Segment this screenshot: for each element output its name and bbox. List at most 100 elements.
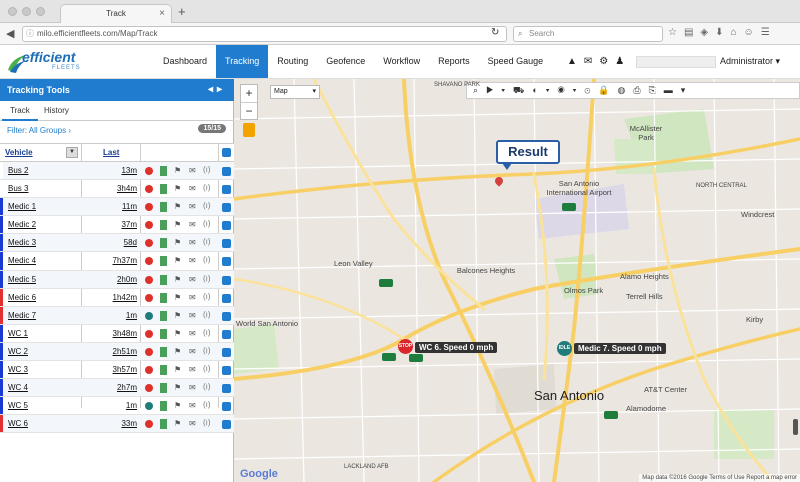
minimize-window-icon[interactable] (22, 7, 31, 16)
vehicle-name-link[interactable]: WC 1 (8, 329, 28, 338)
last-seen-link[interactable]: 13m (121, 166, 137, 175)
message-icon[interactable]: ✉ (189, 275, 196, 284)
flag-icon[interactable]: ⚑ (174, 329, 181, 338)
table-row[interactable]: Medic 2 37m ⚑ ✉ (ı) (0, 216, 234, 235)
flag-icon[interactable]: ⚑ (174, 184, 181, 193)
row-checkbox[interactable] (222, 221, 231, 231)
details-doc-icon[interactable] (160, 401, 167, 412)
panel-collapse-arrows-icon[interactable]: ◂▸ (208, 79, 226, 101)
row-checkbox[interactable] (222, 257, 231, 267)
row-checkbox[interactable] (222, 293, 231, 303)
row-checkbox[interactable] (222, 347, 231, 357)
table-row[interactable]: Bus 3 3h4m ⚑ ✉ (ı) (0, 180, 234, 199)
table-row[interactable]: Medic 5 2h0m ⚑ ✉ (ı) (0, 270, 234, 289)
table-row[interactable]: Bus 2 13m ⚑ ✉ (ı) (0, 162, 234, 181)
vehicle-name-link[interactable]: WC 3 (8, 365, 28, 374)
signal-icon[interactable]: (ı) (203, 165, 211, 174)
table-row[interactable]: WC 5 1m ⚑ ✉ (ı) (0, 397, 234, 416)
nav-routing[interactable]: Routing (268, 45, 317, 78)
vehicle-label-medic7[interactable]: Medic 7. Speed 0 mph (574, 343, 666, 354)
reload-icon[interactable]: ↻ (491, 27, 499, 38)
table-row[interactable]: WC 2 2h51m ⚑ ✉ (ı) (0, 342, 234, 362)
vehicle-name-link[interactable]: WC 4 (8, 383, 28, 392)
table-row[interactable]: Medic 7 1m ⚑ ✉ (ı) (0, 306, 234, 325)
message-icon[interactable]: ✉ (189, 184, 196, 193)
details-doc-icon[interactable] (160, 383, 167, 394)
row-checkbox[interactable] (222, 167, 231, 176)
last-seen-link[interactable]: 3h57m (113, 365, 137, 374)
message-icon[interactable]: ✉ (189, 166, 196, 175)
signal-icon[interactable]: (ı) (203, 310, 211, 319)
flag-icon[interactable]: ⚑ (174, 202, 181, 211)
last-seen-link[interactable]: 7h37m (113, 256, 137, 265)
vehicle-name-link[interactable]: Bus 3 (8, 184, 28, 193)
details-doc-icon[interactable] (160, 202, 167, 213)
nav-reports[interactable]: Reports (429, 45, 479, 78)
details-doc-icon[interactable] (160, 166, 167, 176)
nav-geofence[interactable]: Geofence (317, 45, 374, 78)
vehicle-name-link[interactable]: Medic 6 (8, 293, 36, 302)
flag-icon[interactable]: ⚑ (174, 347, 181, 356)
details-doc-icon[interactable] (160, 419, 167, 430)
efficient-fleets-logo[interactable]: efficient FLEETS (6, 48, 101, 76)
vehicle-name-link[interactable]: Medic 3 (8, 238, 36, 247)
back-icon[interactable]: ◀ (6, 27, 14, 40)
signal-icon[interactable]: (ı) (203, 328, 211, 337)
flag-icon[interactable]: ⚑ (174, 401, 181, 410)
flag-icon[interactable]: ⚑ (174, 311, 181, 320)
close-window-icon[interactable] (8, 7, 17, 16)
row-checkbox[interactable] (222, 366, 231, 376)
message-icon[interactable]: ✉ (189, 293, 196, 302)
last-seen-link[interactable]: 1m (126, 311, 137, 320)
last-seen-link[interactable]: 33m (121, 419, 137, 428)
vehicle-name-link[interactable]: WC 6 (8, 419, 28, 428)
vehicle-name-link[interactable]: Medic 4 (8, 256, 36, 265)
browser-tab[interactable]: Track × (60, 4, 172, 23)
message-icon[interactable]: ✉ (189, 238, 196, 247)
flag-icon[interactable]: ⚑ (174, 166, 181, 175)
vehicle-name-link[interactable]: Medic 1 (8, 202, 36, 211)
col-vehicle-header[interactable]: Vehicle (5, 148, 33, 157)
signal-icon[interactable]: (ı) (203, 219, 211, 228)
group-filter[interactable]: Filter: All Groups › (7, 126, 71, 135)
vehicle-name-link[interactable]: Medic 5 (8, 275, 36, 284)
signal-icon[interactable]: (ı) (203, 255, 211, 264)
message-icon[interactable]: ✉ (189, 329, 196, 338)
signal-icon[interactable]: (ı) (203, 364, 211, 373)
details-doc-icon[interactable] (160, 256, 167, 267)
table-row[interactable]: WC 4 2h7m ⚑ ✉ (ı) (0, 379, 234, 398)
map-type-select[interactable]: Map (270, 85, 320, 99)
signal-icon[interactable]: (ı) (203, 183, 211, 192)
street-view-pegman-icon[interactable] (243, 123, 255, 137)
user-menu[interactable]: Administrator ▾ (720, 56, 780, 67)
nav-speed-gauge[interactable]: Speed Gauge (479, 45, 553, 78)
map-scrollbar[interactable] (793, 419, 798, 435)
last-seen-link[interactable]: 2h0m (117, 275, 137, 284)
browser-action-icons[interactable]: ☆▤◈⬇⌂☺☰ (668, 27, 777, 38)
flag-icon[interactable]: ⚑ (174, 256, 181, 265)
flag-icon[interactable]: ⚑ (174, 238, 181, 247)
details-doc-icon[interactable] (160, 184, 167, 195)
row-checkbox[interactable] (222, 420, 231, 430)
flag-icon[interactable]: ⚑ (174, 383, 181, 392)
vehicle-name-link[interactable]: Bus 2 (8, 166, 28, 175)
message-icon[interactable]: ✉ (189, 383, 196, 392)
flag-icon[interactable]: ⚑ (174, 220, 181, 229)
table-row[interactable]: WC 6 33m ⚑ ✉ (ı) (0, 415, 234, 434)
idle-marker-icon[interactable]: IDLE (557, 341, 572, 356)
last-seen-link[interactable]: 2h7m (117, 383, 137, 392)
info-icon[interactable]: ⓘ (26, 27, 34, 41)
row-checkbox[interactable] (222, 311, 231, 321)
signal-icon[interactable]: (ı) (203, 292, 211, 301)
message-icon[interactable]: ✉ (189, 365, 196, 374)
details-doc-icon[interactable] (160, 346, 167, 357)
tab-track[interactable]: Track (2, 101, 38, 121)
vehicle-name-link[interactable]: WC 2 (8, 347, 28, 356)
nav-dashboard[interactable]: Dashboard (154, 45, 216, 78)
signal-icon[interactable]: (ı) (203, 201, 211, 210)
last-seen-link[interactable]: 2h51m (113, 347, 137, 356)
details-doc-icon[interactable] (160, 238, 167, 249)
map-view[interactable]: + − Map ⌕▶▾⛟◐▾◉▾⊙🔒◍⎙⎘▬▾ Leon Valley Balc… (234, 79, 800, 482)
table-row[interactable]: Medic 1 11m ⚑ ✉ (ı) (0, 198, 234, 217)
details-doc-icon[interactable] (160, 220, 167, 231)
